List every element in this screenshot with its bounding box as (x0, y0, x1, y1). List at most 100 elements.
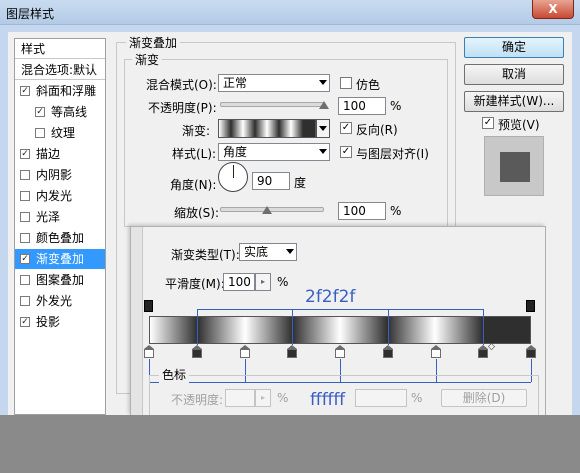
opacity-slider[interactable] (220, 102, 324, 107)
smoothness-arrow-button[interactable]: ▸ (255, 273, 271, 291)
sidebar-item-checkbox[interactable] (20, 296, 30, 306)
sidebar-item-checkbox[interactable] (20, 212, 30, 222)
reverse-checkbox[interactable]: ✓ (340, 122, 352, 134)
stop-opacity-input[interactable] (225, 389, 255, 407)
color-stop[interactable] (144, 345, 154, 358)
angle-unit: 度 (294, 176, 307, 190)
color-stop[interactable] (239, 345, 250, 358)
sidebar-item-6[interactable]: 内发光 (15, 186, 105, 206)
sidebar-item-8[interactable]: 颜色叠加 (15, 228, 105, 248)
angle-dial[interactable] (218, 162, 248, 192)
color-stop-swatch (382, 349, 393, 358)
sidebar-item-10[interactable]: 图案叠加 (15, 270, 105, 290)
dither-label: 仿色 (356, 78, 381, 92)
angle-input[interactable]: 90 (252, 172, 290, 190)
annotation-light-color: ffffff (310, 390, 346, 410)
opacity-slider-thumb[interactable] (319, 101, 329, 109)
ok-button[interactable]: 确定 (464, 37, 564, 58)
background-area (0, 415, 580, 473)
midpoint-diamond-icon[interactable]: ◇ (488, 342, 495, 352)
chevron-down-icon (319, 149, 327, 154)
color-stop[interactable] (335, 345, 345, 358)
color-stop-swatch (526, 349, 536, 358)
annotation-line (387, 309, 389, 345)
smoothness-label: 平滑度(M): (165, 277, 225, 291)
sidebar-item-11[interactable]: 外发光 (15, 291, 105, 311)
preview-label: 预览(V) (498, 118, 540, 132)
cancel-button[interactable]: 取消 (464, 64, 564, 85)
color-stop[interactable] (287, 345, 298, 358)
sidebar-item-checkbox[interactable] (20, 170, 30, 180)
sidebar-item-checkbox[interactable]: ✓ (20, 149, 30, 159)
scale-label: 缩放(S): (174, 206, 220, 220)
sidebar-item-checkbox[interactable] (20, 233, 30, 243)
gradient-swatch[interactable] (218, 119, 316, 138)
sidebar-item-3[interactable]: 纹理 (15, 123, 105, 143)
sidebar-item-checkbox[interactable]: ✓ (20, 317, 30, 327)
styles-list: 样式 混合选项:默认 ✓ 斜面和浮雕 ✓ 等高线 纹理 ✓ 描边 内阴影 内发光 光泽颜色叠加 ✓ 渐… (14, 38, 106, 415)
opacity-percent: % (390, 99, 402, 113)
sidebar-item-2[interactable]: ✓ 等高线 (15, 102, 105, 122)
new-style-button[interactable]: 新建样式(W)... (464, 91, 564, 112)
dither-checkbox[interactable] (340, 77, 352, 89)
color-stop-swatch (239, 349, 250, 358)
annotation-line (483, 309, 485, 345)
sidebar-item-label: 外发光 (36, 294, 73, 308)
blend-mode-select[interactable]: 正常 (218, 74, 330, 92)
blend-mode-label: 混合模式(O): (146, 78, 217, 92)
color-stop-swatch (191, 349, 202, 358)
gradient-subgroup-title: 渐变 (132, 51, 163, 68)
sidebar-item-checkbox[interactable]: ✓ (35, 107, 45, 117)
title-bar: 图层样式 X (0, 0, 580, 25)
gradient-overlay-title: 渐变叠加 (126, 34, 181, 51)
opacity-stop[interactable] (144, 300, 153, 312)
sidebar-item-5[interactable]: 内阴影 (15, 165, 105, 185)
preview-square (500, 152, 530, 182)
sidebar-item-checkbox[interactable]: ✓ (20, 86, 30, 96)
sidebar-item-label: 图案叠加 (36, 273, 85, 287)
color-stop[interactable] (430, 345, 441, 358)
styles-header[interactable]: 样式 (15, 39, 105, 59)
sidebar-item-1[interactable]: ✓ 斜面和浮雕 (15, 81, 105, 101)
color-stop-swatch (430, 349, 441, 358)
sidebar-item-9[interactable]: ✓ 渐变叠加 (15, 249, 105, 269)
color-stop-swatch (287, 349, 298, 358)
sidebar-item-4[interactable]: ✓ 描边 (15, 144, 105, 164)
sidebar-item-checkbox[interactable] (20, 275, 30, 285)
gradient-type-select[interactable]: 实底 (239, 243, 297, 261)
color-stop[interactable] (478, 345, 489, 358)
sidebar-item-12[interactable]: ✓ 投影 (15, 312, 105, 332)
sidebar-item-label: 颜色叠加 (36, 231, 85, 245)
opacity-label: 不透明度(P): (148, 101, 217, 115)
preview-checkbox[interactable]: ✓ (482, 117, 494, 129)
stop-opacity-arrow[interactable]: ▸ (255, 389, 271, 407)
sidebar-item-checkbox[interactable] (20, 191, 30, 201)
sidebar-item-7[interactable]: 光泽 (15, 207, 105, 227)
color-stop[interactable] (526, 345, 536, 358)
align-layer-checkbox[interactable]: ✓ (340, 146, 352, 158)
blending-options[interactable]: 混合选项:默认 (15, 60, 105, 80)
color-stop[interactable] (191, 345, 202, 358)
smoothness-percent: % (277, 275, 289, 289)
scale-slider-thumb[interactable] (261, 206, 272, 214)
gradient-picker-button[interactable] (316, 119, 330, 138)
chevron-down-icon (319, 126, 327, 131)
scale-slider[interactable] (220, 207, 324, 212)
close-button[interactable]: X (532, 0, 574, 19)
stop-location-input[interactable] (355, 389, 407, 407)
color-stop-title: 色标 (159, 366, 190, 383)
sidebar-item-checkbox[interactable] (35, 128, 45, 138)
sidebar-item-checkbox[interactable]: ✓ (20, 254, 30, 264)
gradient-editor: 渐变类型(T): 实底 平滑度(M): 100 ▸ % 2f2f2f ◇ 色标 … (130, 226, 546, 420)
scale-input[interactable]: 100 (338, 202, 386, 220)
preview-thumbnail (484, 136, 544, 196)
delete-stop-button[interactable]: 删除(D) (441, 389, 527, 407)
smoothness-input[interactable]: 100 (223, 273, 255, 291)
opacity-stop[interactable] (526, 300, 535, 312)
sidebar-item-label: 渐变叠加 (36, 252, 85, 266)
opacity-input[interactable]: 100 (338, 97, 386, 115)
style-select[interactable]: 角度 (218, 143, 330, 161)
gradient-type-label: 渐变类型(T): (171, 248, 240, 262)
gradient-bar[interactable] (149, 316, 531, 344)
color-stop[interactable] (382, 345, 393, 358)
